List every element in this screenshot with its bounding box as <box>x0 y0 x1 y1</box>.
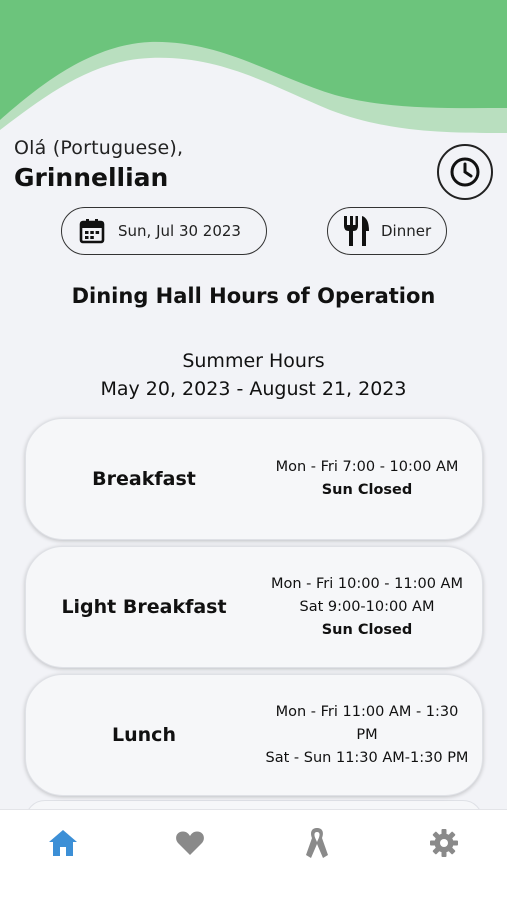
meal-label: Dinner <box>381 222 432 240</box>
meal-name: Light Breakfast <box>61 596 227 618</box>
season-range: May 20, 2023 - August 21, 2023 <box>100 378 407 400</box>
nav-ribbon[interactable] <box>300 826 334 860</box>
meal-hours: Mon - Fri 7:00 - 10:00 AM Sun Closed <box>262 456 472 502</box>
section-title: Dining Hall Hours of Operation <box>71 284 436 308</box>
meal-name: Lunch <box>112 724 176 746</box>
calendar-icon <box>79 219 105 244</box>
ribbon-icon <box>306 828 328 858</box>
heart-icon <box>176 831 204 855</box>
hours-line: Sun Closed <box>321 621 413 638</box>
hours-line: Sat 9:00-10:00 AM <box>299 598 435 615</box>
gear-icon <box>430 829 458 857</box>
greeting-name: Grinnellian <box>14 163 169 192</box>
greeting: Olá (Portuguese), Grinnellian <box>14 137 183 192</box>
meal-hours: Mon - Fri 10:00 - 11:00 AM Sat 9:00-10:0… <box>262 573 472 642</box>
meal-card-light-breakfast: Light Breakfast Mon - Fri 10:00 - 11:00 … <box>25 546 483 668</box>
bottom-nav <box>0 809 507 900</box>
hours-line: Mon - Fri 10:00 - 11:00 AM <box>271 575 463 592</box>
hours-line: PM <box>356 726 378 743</box>
date-label: Sun, Jul 30 2023 <box>118 222 241 240</box>
meal-picker-button[interactable]: Dinner <box>327 207 447 255</box>
nav-home[interactable] <box>46 826 80 860</box>
meal-hours: Mon - Fri 11:00 AM - 1:30 PM Sat - Sun 1… <box>262 701 472 770</box>
greeting-hello: Olá (Portuguese), <box>14 137 184 159</box>
hours-line: Mon - Fri 7:00 - 10:00 AM <box>275 459 459 475</box>
nav-settings[interactable] <box>427 826 461 860</box>
home-icon <box>49 830 77 856</box>
meal-name: Breakfast <box>92 468 196 490</box>
meal-card-lunch: Lunch Mon - Fri 11:00 AM - 1:30 PM Sat -… <box>25 674 483 796</box>
hours-line: Mon - Fri 11:00 AM - 1:30 <box>275 703 459 720</box>
hours-line: Sat - Sun 11:30 AM-1:30 PM <box>265 749 469 766</box>
date-picker-button[interactable]: Sun, Jul 30 2023 <box>61 207 267 255</box>
meal-card-breakfast: Breakfast Mon - Fri 7:00 - 10:00 AM Sun … <box>25 418 483 540</box>
hours-button[interactable] <box>437 144 493 200</box>
season-name: Summer Hours <box>182 350 325 372</box>
clock-icon <box>450 157 480 187</box>
hours-line: Sun Closed <box>321 482 413 498</box>
header-wave <box>0 0 507 133</box>
nav-favorites[interactable] <box>173 826 207 860</box>
utensils-icon <box>344 216 369 246</box>
